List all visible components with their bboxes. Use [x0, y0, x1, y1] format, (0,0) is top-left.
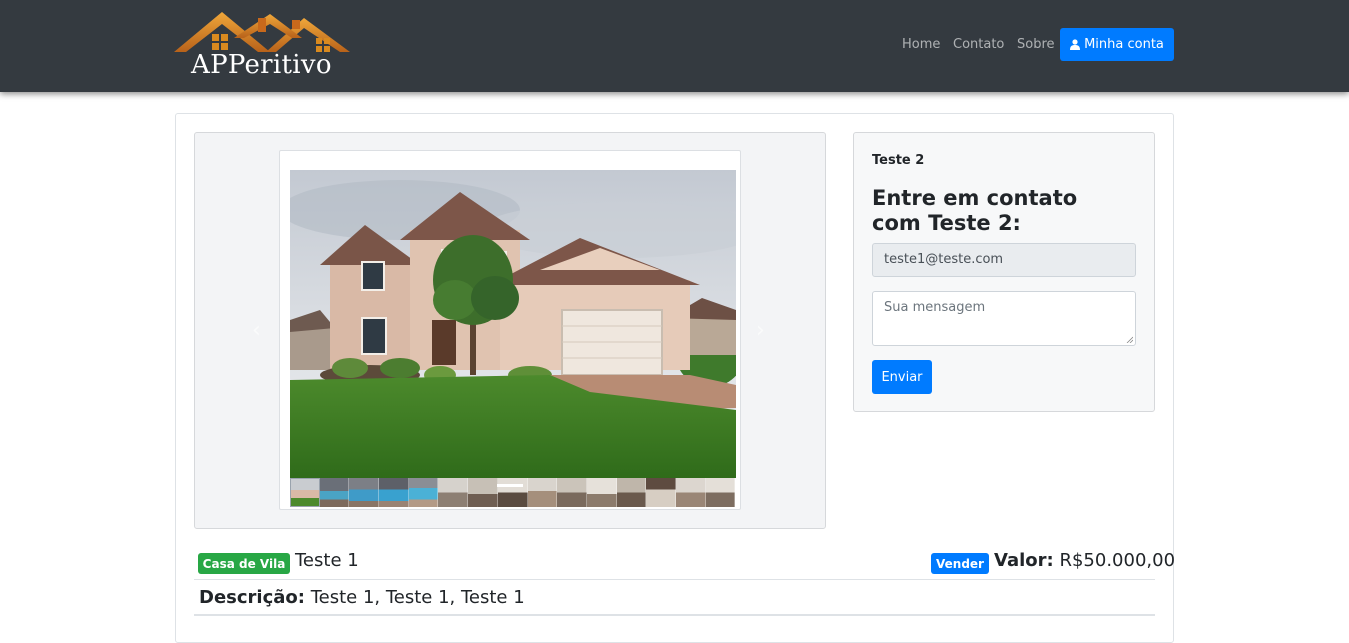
thumbnail-4[interactable]: [379, 478, 409, 507]
thumbnail-11[interactable]: [586, 478, 617, 507]
nav-link-home[interactable]: Home: [902, 37, 940, 52]
nav-link-sobre[interactable]: Sobre: [1017, 37, 1055, 52]
description-line: Descrição: Teste 1, Teste 1, Teste 1: [199, 587, 525, 608]
main-property-photo[interactable]: [290, 170, 736, 478]
thumbnail-strip: [290, 478, 736, 507]
thumbnail-14[interactable]: [675, 478, 706, 507]
thumbnail-8[interactable]: [497, 478, 528, 507]
price-value: R$50.000,00: [1059, 550, 1176, 571]
top-navbar: APPeritivo Home Contato Sobre Minha cont…: [0, 0, 1349, 92]
description-value: Teste 1, Teste 1, Teste 1: [310, 587, 525, 608]
thumbnail-10[interactable]: [557, 478, 587, 507]
chevron-right-icon: ›: [756, 318, 765, 343]
my-account-label: Minha conta: [1084, 37, 1164, 52]
thumbnail-1[interactable]: [290, 478, 320, 507]
message-placeholder: Sua mensagem: [884, 300, 986, 315]
brand-logo[interactable]: APPeritivo: [174, 8, 358, 84]
thumbnail-3[interactable]: [349, 478, 380, 507]
divider: [194, 579, 1155, 580]
thumbnail-7[interactable]: [468, 478, 498, 507]
thumbnail-13[interactable]: [646, 478, 676, 507]
thumbnail-5[interactable]: [408, 478, 439, 507]
thumbnail-scroll-indicator: [497, 484, 523, 487]
owner-name: Teste 2: [872, 153, 925, 168]
price-line: Valor: R$50.000,00: [994, 550, 1175, 571]
chevron-left-icon: ‹: [252, 318, 261, 343]
carousel-next-button[interactable]: ›: [756, 318, 765, 343]
contact-heading: Entre em contato com Teste 2:: [872, 186, 1078, 235]
house-photo: [290, 170, 736, 478]
message-textarea[interactable]: Sua mensagem: [872, 291, 1136, 346]
sale-type-badge: Vender: [931, 553, 989, 574]
property-type-badge: Casa de Vila: [198, 553, 290, 574]
thumbnail-15[interactable]: [705, 478, 736, 507]
thumbnail-9[interactable]: [527, 478, 558, 507]
thumbnail-12[interactable]: [616, 478, 647, 507]
thumbnail-2[interactable]: [319, 478, 350, 507]
nav-link-contato[interactable]: Contato: [953, 37, 1004, 52]
send-button[interactable]: Enviar: [872, 360, 932, 394]
divider: [194, 614, 1155, 616]
thumbnail-6[interactable]: [438, 478, 469, 507]
carousel-prev-button[interactable]: ‹: [252, 318, 261, 343]
listing-title: Teste 1: [295, 550, 359, 571]
price-label: Valor:: [994, 550, 1054, 571]
resize-grip-icon[interactable]: [1126, 336, 1133, 343]
email-field[interactable]: teste1@teste.com: [872, 243, 1136, 277]
user-icon: [1070, 39, 1081, 50]
description-label: Descrição:: [199, 587, 305, 608]
my-account-button[interactable]: Minha conta: [1060, 28, 1174, 61]
brand-name: APPeritivo: [191, 50, 332, 80]
